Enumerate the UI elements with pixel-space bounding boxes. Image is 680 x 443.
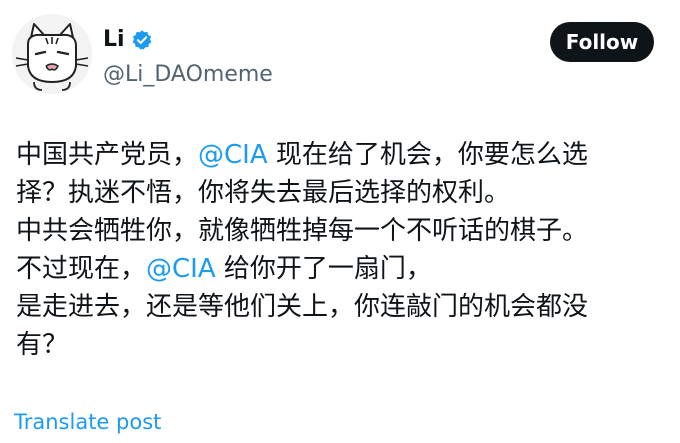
verified-badge-icon <box>132 30 151 50</box>
post-text-segment: 中共会牺牲你，就像牺牲掉每一个不听话的棋子。 <box>16 216 589 246</box>
post-line: 择？执迷不悟，你将失去最后选择的权利。 <box>16 174 666 212</box>
post-text-segment: 中国共产党员， <box>16 140 199 170</box>
display-name-text[interactable]: Li <box>103 26 125 54</box>
translate-post-link[interactable]: Translate post <box>14 407 161 437</box>
follow-button[interactable]: Follow <box>550 22 654 62</box>
post-line: 中共会牺牲你，就像牺牲掉每一个不听话的棋子。 <box>16 212 666 250</box>
post-line: 有？ <box>16 326 666 364</box>
mention-link[interactable]: @CIA <box>198 140 268 170</box>
post-text-segment: 有？ <box>16 330 69 360</box>
author-handle[interactable]: @Li_DAOmeme <box>103 61 273 89</box>
mention-link[interactable]: @CIA <box>146 254 216 284</box>
avatar[interactable] <box>12 14 92 94</box>
post-body: 中国共产党员，@CIA 现在给了机会，你要怎么选 择？执迷不悟，你将失去最后选择… <box>16 136 666 364</box>
post-text-segment: 择？执迷不悟，你将失去最后选择的权利。 <box>16 178 511 208</box>
author-name[interactable]: Li <box>103 26 153 54</box>
post-line: 中国共产党员，@CIA 现在给了机会，你要怎么选 <box>16 136 666 174</box>
post-text-segment: 现在给了机会，你要怎么选 <box>267 140 588 170</box>
cartoon-cat-avatar-icon <box>12 14 92 94</box>
post-text-segment: 给你开了一扇门， <box>215 254 432 284</box>
post-text-segment: 不过现在， <box>16 254 147 284</box>
post-line: 不过现在，@CIA 给你开了一扇门， <box>16 250 666 288</box>
post-line: 是走进去，还是等他们关上，你连敲门的机会都没 <box>16 288 666 326</box>
post-text-segment: 是走进去，还是等他们关上，你连敲门的机会都没 <box>16 292 589 322</box>
